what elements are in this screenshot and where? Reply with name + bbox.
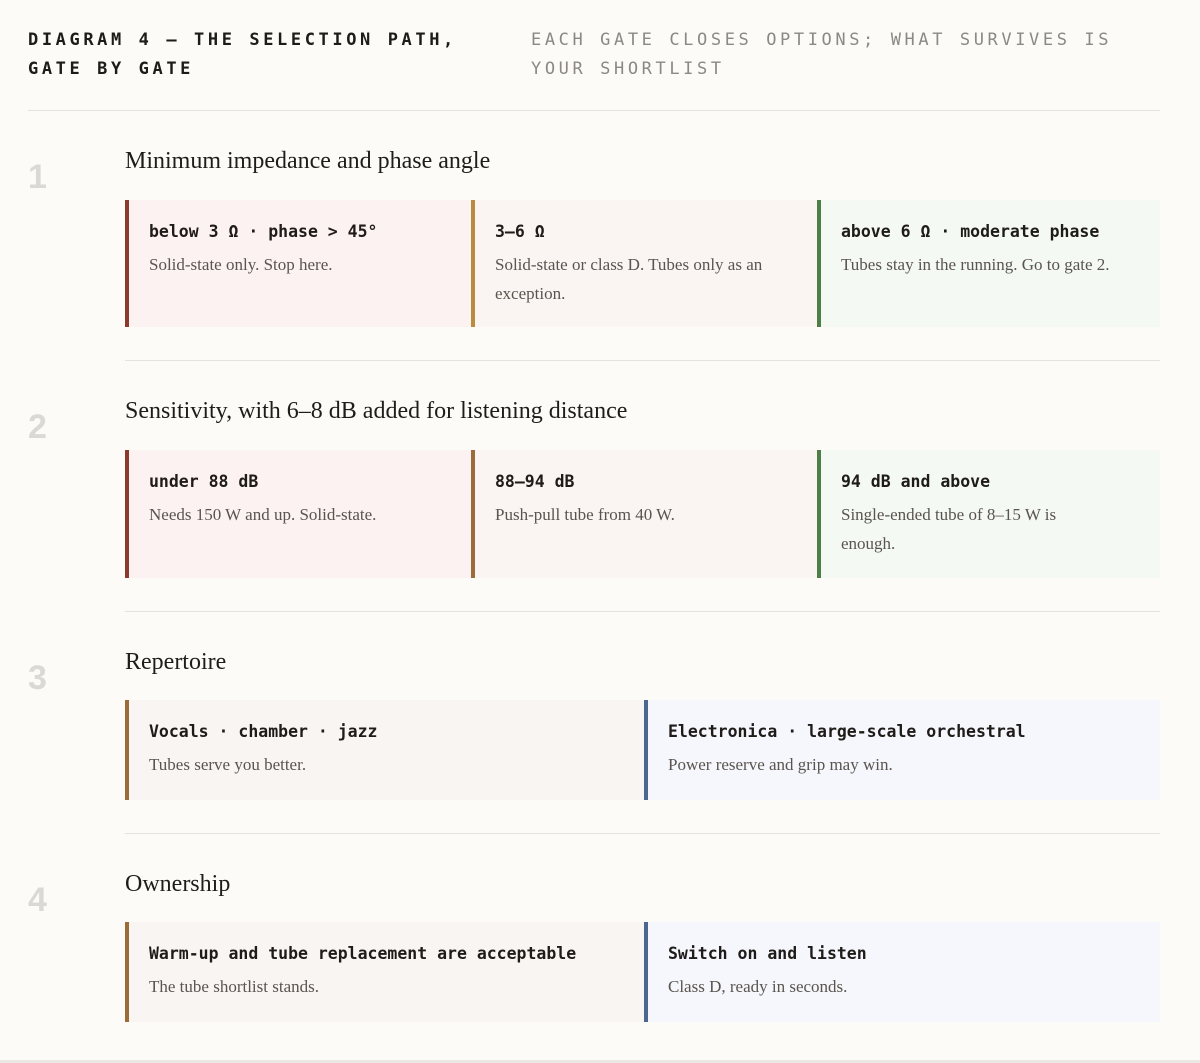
gate-title: Sensitivity, with 6–8 dB added for liste… (125, 398, 628, 424)
option-label: 3–6 Ω (495, 222, 545, 241)
option-description: Tubes serve you better. (149, 755, 307, 774)
gate-options: Warm-up and tube replacement are accepta… (125, 922, 1160, 1022)
gate-options: below 3 Ω · phase > 45° Solid-state only… (125, 200, 1160, 327)
divider (125, 360, 1160, 361)
option-description: The tube shortlist stands. (149, 977, 319, 996)
header: Diagram 4 — the selection path, gate by … (28, 26, 1160, 111)
page: Diagram 4 — the selection path, gate by … (0, 0, 1200, 1063)
option-label: Electronica · large-scale orchestral (668, 722, 1026, 741)
option-description: Single-ended tube of 8–15 W is enough. (841, 505, 1057, 553)
option-description: Push-pull tube from 40 W. (495, 505, 675, 524)
gate-number: 2 (28, 408, 47, 446)
option-label: Switch on and listen (668, 944, 867, 963)
gate-options: Vocals · chamber · jazz Tubes serve you … (125, 700, 1160, 800)
option-card: 94 dB and above Single-ended tube of 8–1… (817, 450, 1160, 578)
option-card: Electronica · large-scale orchestral Pow… (644, 700, 1160, 800)
gate-title: Repertoire (125, 649, 227, 675)
gate-title: Ownership (125, 871, 231, 897)
gate-number: 3 (28, 659, 47, 697)
option-card: Vocals · chamber · jazz Tubes serve you … (125, 700, 644, 800)
divider (125, 833, 1160, 834)
option-description: Solid-state or class D. Tubes only as an… (495, 255, 763, 303)
option-label: Warm-up and tube replacement are accepta… (149, 944, 577, 963)
gate-title: Minimum impedance and phase angle (125, 148, 491, 174)
diagram-title: Diagram 4 — the selection path, gate by … (28, 30, 457, 79)
option-card: 88–94 dB Push-pull tube from 40 W. (471, 450, 817, 578)
option-card: under 88 dB Needs 150 W and up. Solid-st… (125, 450, 471, 578)
option-description: Solid-state only. Stop here. (149, 255, 333, 274)
option-description: Needs 150 W and up. Solid-state. (149, 505, 377, 524)
option-label: under 88 dB (149, 472, 259, 491)
option-label: Vocals · chamber · jazz (149, 722, 378, 741)
option-card: Warm-up and tube replacement are accepta… (125, 922, 644, 1022)
gate-options: under 88 dB Needs 150 W and up. Solid-st… (125, 450, 1160, 578)
option-description: Tubes stay in the running. Go to gate 2. (841, 255, 1110, 274)
option-label: above 6 Ω · moderate phase (841, 222, 1100, 241)
option-card: above 6 Ω · moderate phase Tubes stay in… (817, 200, 1160, 327)
gate-number: 1 (28, 158, 47, 196)
option-label: below 3 Ω · phase > 45° (149, 222, 378, 241)
option-description: Power reserve and grip may win. (668, 755, 893, 774)
option-card: Switch on and listen Class D, ready in s… (644, 922, 1160, 1022)
divider (125, 611, 1160, 612)
option-label: 94 dB and above (841, 472, 991, 491)
gate-number: 4 (28, 881, 47, 919)
option-card: 3–6 Ω Solid-state or class D. Tubes only… (471, 200, 817, 327)
option-description: Class D, ready in seconds. (668, 977, 848, 996)
option-card: below 3 Ω · phase > 45° Solid-state only… (125, 200, 471, 327)
diagram-subtitle: Each gate closes options; what survives … (531, 30, 1113, 79)
option-label: 88–94 dB (495, 472, 575, 491)
